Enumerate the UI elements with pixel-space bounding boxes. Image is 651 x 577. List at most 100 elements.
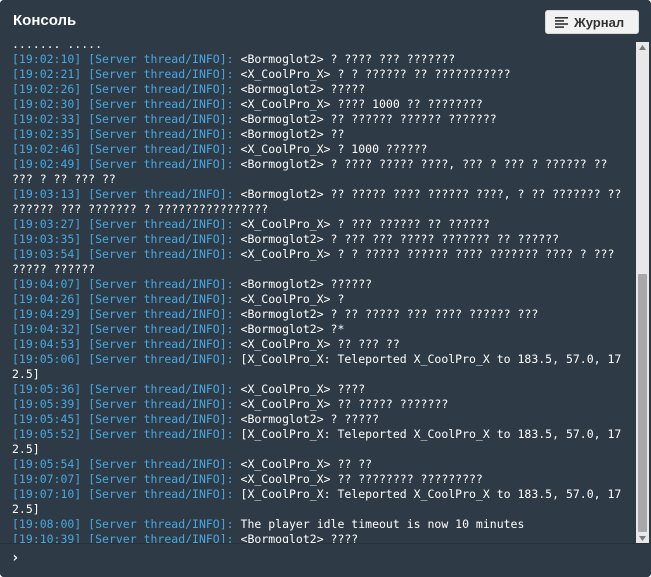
log-source: [Server thread/INFO]: <box>88 52 234 66</box>
console-log-content: ....... ..... [19:02:10] [Server thread/… <box>12 42 628 543</box>
log-source: [Server thread/INFO]: <box>88 397 234 411</box>
log-source: [Server thread/INFO]: <box>88 247 234 261</box>
log-timestamp: [19:02:21] <box>12 67 82 81</box>
chevron-right-icon: › <box>11 550 20 566</box>
log-message: <Bormoglot2> ?? <box>240 127 345 141</box>
log-timestamp: [19:05:06] <box>12 352 82 366</box>
log-entry: [19:02:46] [Server thread/INFO]: <X_Cool… <box>12 142 628 157</box>
log-timestamp: [19:05:45] <box>12 412 82 426</box>
log-timestamp: [19:05:54] <box>12 457 82 471</box>
log-entry: [19:04:26] [Server thread/INFO]: <X_Cool… <box>12 292 628 307</box>
log-source: [Server thread/INFO]: <box>88 157 234 171</box>
log-source: [Server thread/INFO]: <box>88 127 234 141</box>
log-timestamp: [19:05:52] <box>12 427 82 441</box>
log-message: <X_CoolPro_X> ???? <box>240 382 366 396</box>
journal-button-label: Журнал <box>574 14 625 30</box>
log-entry: [19:02:10] [Server thread/INFO]: <Bormog… <box>12 52 628 67</box>
log-message: <Bormoglot2> ?* <box>240 322 345 336</box>
log-timestamp: [19:04:32] <box>12 322 82 336</box>
list-icon <box>555 16 568 28</box>
log-entry: [19:05:06] [Server thread/INFO]: [X_Cool… <box>12 352 628 382</box>
log-source: [Server thread/INFO]: <box>88 292 234 306</box>
log-timestamp: [19:07:10] <box>12 487 82 501</box>
log-message: <X_CoolPro_X> ?? ?? <box>240 457 373 471</box>
log-message: The player idle timeout is now 10 minute… <box>240 517 525 531</box>
log-entry: [19:02:35] [Server thread/INFO]: <Bormog… <box>12 127 628 142</box>
log-message: <Bormoglot2> ?? ?????? ?????? ??????? <box>240 112 497 126</box>
log-message: <X_CoolPro_X> ? ??? ?????? ?? ?????? <box>240 217 490 231</box>
log-entry: [19:04:29] [Server thread/INFO]: <Bormog… <box>12 307 628 322</box>
log-message: <Bormoglot2> ????? <box>240 82 366 96</box>
log-entry: [19:03:35] [Server thread/INFO]: <Bormog… <box>12 232 628 247</box>
log-source: [Server thread/INFO]: <box>88 472 234 486</box>
scroll-up-arrow-icon[interactable] <box>636 42 649 52</box>
log-message: <X_CoolPro_X> ?? ??? ?? <box>240 337 400 351</box>
scrollbar-thumb[interactable] <box>638 274 647 532</box>
log-source: [Server thread/INFO]: <box>88 217 234 231</box>
log-scrollbar[interactable] <box>636 42 649 543</box>
log-entry: [19:05:36] [Server thread/INFO]: <X_Cool… <box>12 382 628 397</box>
log-timestamp: [19:05:39] <box>12 397 82 411</box>
log-entry: [19:03:13] [Server thread/INFO]: <Bormog… <box>12 187 628 217</box>
log-source: [Server thread/INFO]: <box>88 97 234 111</box>
log-source: [Server thread/INFO]: <box>88 532 234 543</box>
log-message: <Bormoglot2> ???? <box>240 532 359 543</box>
log-entry: [19:07:10] [Server thread/INFO]: [X_Cool… <box>12 487 628 517</box>
log-message: <Bormoglot2> ? ???? ??? ??????? <box>240 52 456 66</box>
log-source: [Server thread/INFO]: <box>88 352 234 366</box>
log-timestamp: [19:04:53] <box>12 337 82 351</box>
log-message: <X_CoolPro_X> ???? 1000 ?? ???????? <box>240 97 483 111</box>
log-source: [Server thread/INFO]: <box>88 82 234 96</box>
log-entry: [19:03:27] [Server thread/INFO]: <X_Cool… <box>12 217 628 232</box>
log-message: <X_CoolPro_X> ? 1000 ?????? <box>240 142 428 156</box>
log-entry: [19:05:45] [Server thread/INFO]: <Bormog… <box>12 412 628 427</box>
log-timestamp: [19:03:13] <box>12 187 82 201</box>
log-entry: [19:08:00] [Server thread/INFO]: The pla… <box>12 517 628 532</box>
log-entry: [19:02:21] [Server thread/INFO]: <X_Cool… <box>12 67 628 82</box>
log-source: [Server thread/INFO]: <box>88 412 234 426</box>
log-timestamp: [19:02:49] <box>12 157 82 171</box>
log-timestamp: [19:03:54] <box>12 247 82 261</box>
log-source: [Server thread/INFO]: <box>88 337 234 351</box>
log-timestamp: [19:04:07] <box>12 277 82 291</box>
log-source: [Server thread/INFO]: <box>88 67 234 81</box>
log-source: [Server thread/INFO]: <box>88 427 234 441</box>
log-message: <X_CoolPro_X> ? ? ?????? ?? ??????????? <box>240 67 511 81</box>
console-header: Консоль Журнал <box>0 0 651 42</box>
log-timestamp: [19:02:35] <box>12 127 82 141</box>
log-source: [Server thread/INFO]: <box>88 112 234 126</box>
console-log[interactable]: ....... ..... [19:02:10] [Server thread/… <box>6 42 634 543</box>
log-source: [Server thread/INFO]: <box>88 307 234 321</box>
log-message: <Bormoglot2> ?????? <box>240 277 373 291</box>
log-entry: [19:02:33] [Server thread/INFO]: <Bormog… <box>12 112 628 127</box>
log-source: [Server thread/INFO]: <box>88 277 234 291</box>
log-source: [Server thread/INFO]: <box>88 457 234 471</box>
log-message: <Bormoglot2> ? ????? <box>240 412 380 426</box>
log-entry: [19:02:49] [Server thread/INFO]: <Bormog… <box>12 157 628 187</box>
log-line-partial: ....... ..... <box>12 42 103 51</box>
log-timestamp: [19:02:30] <box>12 97 82 111</box>
log-timestamp: [19:02:26] <box>12 82 82 96</box>
log-timestamp: [19:04:29] <box>12 307 82 321</box>
log-source: [Server thread/INFO]: <box>88 487 234 501</box>
log-source: [Server thread/INFO]: <box>88 517 234 531</box>
console-panel: Консоль Журнал ....... ..... [19:02:10] … <box>0 0 651 577</box>
log-entry: [19:04:32] [Server thread/INFO]: <Bormog… <box>12 322 628 337</box>
log-entry: [19:03:54] [Server thread/INFO]: <X_Cool… <box>12 247 628 277</box>
log-entry: [19:05:39] [Server thread/INFO]: <X_Cool… <box>12 397 628 412</box>
log-source: [Server thread/INFO]: <box>88 232 234 246</box>
log-entry: [19:02:26] [Server thread/INFO]: <Bormog… <box>12 82 628 97</box>
log-source: [Server thread/INFO]: <box>88 322 234 336</box>
log-timestamp: [19:10:39] <box>12 532 82 543</box>
log-timestamp: [19:02:46] <box>12 142 82 156</box>
log-timestamp: [19:02:10] <box>12 52 82 66</box>
journal-button[interactable]: Журнал <box>545 10 639 34</box>
log-timestamp: [19:02:33] <box>12 112 82 126</box>
command-input[interactable] <box>26 547 636 569</box>
scroll-down-arrow-icon[interactable] <box>636 533 649 543</box>
log-source: [Server thread/INFO]: <box>88 142 234 156</box>
log-entry: [19:05:52] [Server thread/INFO]: [X_Cool… <box>12 427 628 457</box>
log-source: [Server thread/INFO]: <box>88 187 234 201</box>
log-message: <X_CoolPro_X> ? <box>240 292 345 306</box>
log-timestamp: [19:04:26] <box>12 292 82 306</box>
